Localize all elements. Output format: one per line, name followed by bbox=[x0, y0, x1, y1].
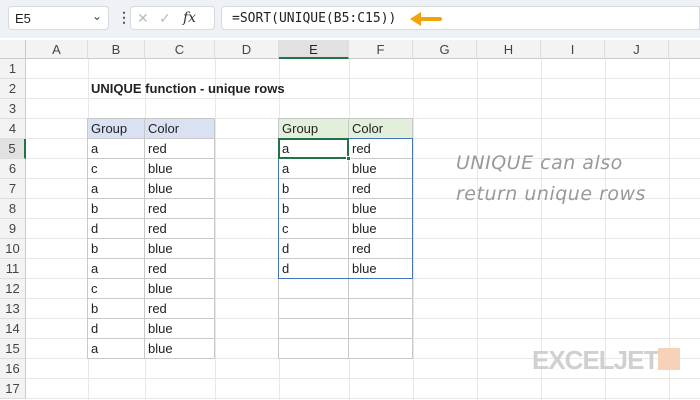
table-cell[interactable]: c bbox=[87, 278, 145, 299]
row-header-11[interactable]: 11 bbox=[0, 259, 26, 279]
table-cell[interactable] bbox=[348, 298, 413, 319]
row-header-12[interactable]: 12 bbox=[0, 279, 26, 299]
table-cell[interactable]: red bbox=[144, 298, 215, 319]
name-box[interactable]: E5 ⌄ bbox=[8, 6, 109, 30]
row-header-2[interactable]: 2 bbox=[0, 79, 26, 99]
table-cell[interactable]: a bbox=[87, 338, 145, 359]
column-header-h[interactable]: H bbox=[477, 40, 541, 59]
exceljet-logo-mark bbox=[658, 348, 680, 370]
table-cell[interactable]: a bbox=[87, 138, 145, 159]
table-cell[interactable]: a bbox=[87, 258, 145, 279]
table-cell[interactable] bbox=[348, 278, 413, 299]
table-header-cell[interactable]: Color bbox=[144, 118, 215, 139]
column-header-f[interactable]: F bbox=[349, 40, 413, 59]
gridline bbox=[477, 59, 478, 400]
more-icon[interactable]: ⋮ bbox=[117, 9, 131, 26]
table-cell[interactable]: d bbox=[87, 318, 145, 339]
column-header-b[interactable]: B bbox=[88, 40, 145, 59]
row-header-15[interactable]: 15 bbox=[0, 339, 26, 359]
table-cell[interactable]: blue bbox=[144, 158, 215, 179]
exceljet-logo: EXCELJET bbox=[532, 345, 659, 375]
row-header-17[interactable]: 17 bbox=[0, 379, 26, 399]
gridline bbox=[215, 59, 216, 400]
table-cell[interactable] bbox=[348, 338, 413, 359]
active-cell-e5[interactable] bbox=[278, 138, 349, 159]
table-cell[interactable]: blue bbox=[144, 338, 215, 359]
gridline bbox=[26, 378, 700, 379]
sheet-title[interactable]: UNIQUE function - unique rows bbox=[88, 79, 285, 99]
row-header-1[interactable]: 1 bbox=[0, 59, 26, 79]
table-cell[interactable]: blue bbox=[144, 278, 215, 299]
row-header-8[interactable]: 8 bbox=[0, 199, 26, 219]
table-cell[interactable]: red bbox=[144, 198, 215, 219]
row-header-9[interactable]: 9 bbox=[0, 219, 26, 239]
table-cell[interactable]: d bbox=[87, 218, 145, 239]
table-cell[interactable]: red bbox=[144, 258, 215, 279]
table-header-cell[interactable]: Color bbox=[348, 118, 413, 139]
column-header-k[interactable] bbox=[669, 40, 700, 59]
table-cell[interactable]: red bbox=[144, 218, 215, 239]
column-header-c[interactable]: C bbox=[145, 40, 215, 59]
fill-handle[interactable] bbox=[346, 156, 351, 161]
row-header-6[interactable]: 6 bbox=[0, 159, 26, 179]
arrow-icon bbox=[410, 12, 442, 26]
table-cell[interactable]: blue bbox=[144, 178, 215, 199]
column-header-i[interactable]: I bbox=[541, 40, 605, 59]
cancel-icon[interactable]: ✕ bbox=[137, 10, 149, 27]
row-header-7[interactable]: 7 bbox=[0, 179, 26, 199]
annotation-note: UNIQUE can also return unique rows bbox=[456, 148, 646, 210]
row-header-10[interactable]: 10 bbox=[0, 239, 26, 259]
row-header-4[interactable]: 4 bbox=[0, 119, 26, 139]
table-cell[interactable]: blue bbox=[144, 238, 215, 259]
gridline bbox=[413, 59, 414, 400]
note-line: return unique rows bbox=[456, 183, 646, 205]
formula-input[interactable]: =SORT(UNIQUE(B5:C15)) bbox=[221, 6, 700, 30]
table-cell[interactable]: b bbox=[87, 198, 145, 219]
column-header-d[interactable]: D bbox=[215, 40, 279, 59]
table-cell[interactable]: blue bbox=[144, 318, 215, 339]
table-cell[interactable] bbox=[348, 318, 413, 339]
table-cell[interactable] bbox=[278, 298, 349, 319]
table-cell[interactable]: c bbox=[87, 158, 145, 179]
fx-icon[interactable]: fx bbox=[183, 10, 196, 26]
formula-controls: ✕ ✓ fx bbox=[130, 6, 215, 30]
note-line: UNIQUE can also bbox=[456, 152, 623, 174]
column-header-g[interactable]: G bbox=[413, 40, 477, 59]
formula-bar-area: E5 ⌄ ⋮ ✕ ✓ fx =SORT(UNIQUE(B5:C15)) bbox=[0, 0, 700, 38]
column-header-a[interactable]: A bbox=[26, 40, 88, 59]
row-header-13[interactable]: 13 bbox=[0, 299, 26, 319]
table-cell[interactable] bbox=[278, 338, 349, 359]
select-all-corner[interactable] bbox=[0, 40, 26, 59]
row-header-14[interactable]: 14 bbox=[0, 319, 26, 339]
table-cell[interactable] bbox=[278, 318, 349, 339]
table-cell[interactable]: b bbox=[87, 238, 145, 259]
table-header-cell[interactable]: Group bbox=[278, 118, 349, 139]
chevron-down-icon[interactable]: ⌄ bbox=[92, 9, 102, 23]
table-header-cell[interactable]: Group bbox=[87, 118, 145, 139]
name-box-value: E5 bbox=[15, 11, 31, 26]
table-cell[interactable]: b bbox=[87, 298, 145, 319]
row-header-5[interactable]: 5 bbox=[0, 139, 26, 159]
column-header-j[interactable]: J bbox=[605, 40, 669, 59]
column-header-e[interactable]: E bbox=[279, 40, 349, 59]
row-header-16[interactable]: 16 bbox=[0, 359, 26, 379]
gridline bbox=[26, 398, 700, 399]
table-cell[interactable]: a bbox=[87, 178, 145, 199]
table-cell[interactable] bbox=[278, 278, 349, 299]
table-cell[interactable]: red bbox=[144, 138, 215, 159]
row-header-3[interactable]: 3 bbox=[0, 99, 26, 119]
enter-icon[interactable]: ✓ bbox=[159, 10, 171, 27]
